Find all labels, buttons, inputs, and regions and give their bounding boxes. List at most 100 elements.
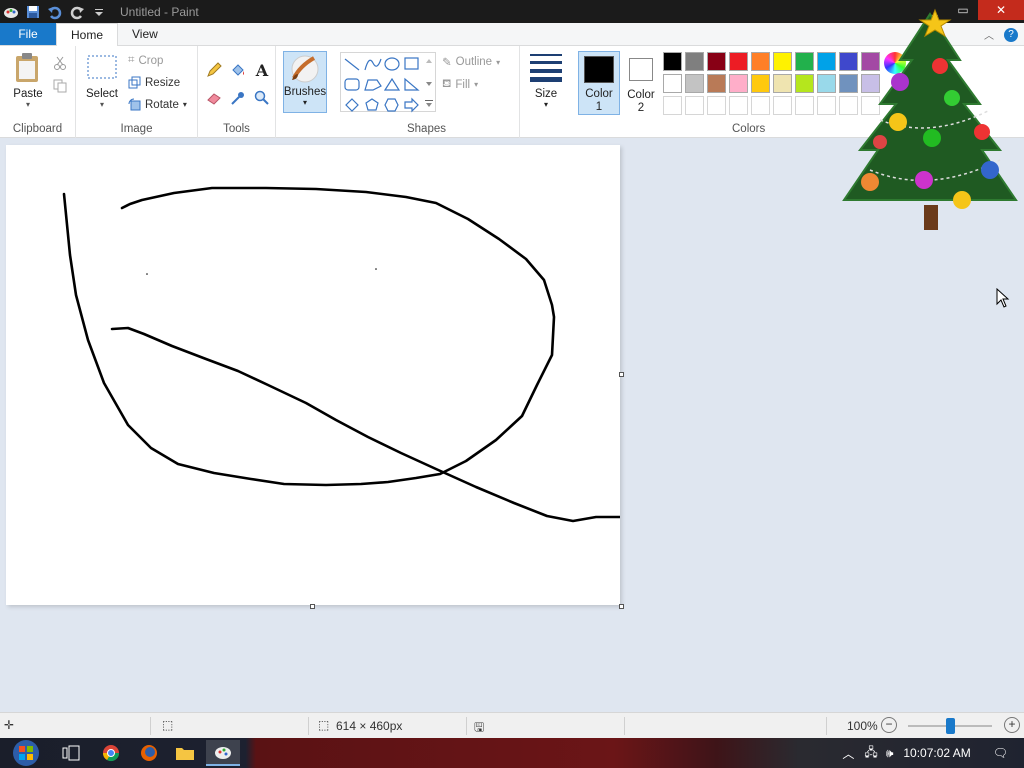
zoom-slider-thumb[interactable] bbox=[946, 718, 955, 734]
palette-swatch[interactable] bbox=[685, 74, 704, 93]
pencil-icon[interactable] bbox=[204, 60, 224, 80]
palette-swatch[interactable] bbox=[663, 52, 682, 71]
rotate-button[interactable]: Rotate ▾ bbox=[128, 98, 187, 111]
taskbar-clock[interactable]: 10:07:02 AM bbox=[903, 746, 970, 760]
crop-button[interactable]: ⌗ Crop bbox=[128, 54, 163, 67]
paste-button[interactable]: Paste ▾ bbox=[8, 52, 48, 109]
color1-button[interactable]: Color 1 bbox=[578, 51, 620, 115]
select-button[interactable]: Select ▾ bbox=[84, 54, 120, 109]
task-view-button[interactable] bbox=[56, 740, 86, 766]
undo-icon[interactable] bbox=[46, 3, 64, 21]
taskbar-firefox[interactable] bbox=[134, 740, 164, 766]
network-icon[interactable]: 🖧 bbox=[864, 743, 877, 764]
text-tool-icon[interactable]: A bbox=[252, 60, 272, 80]
right-triangle-shape-icon bbox=[404, 77, 420, 91]
palette-swatch[interactable] bbox=[751, 52, 770, 71]
resize-handle-right[interactable] bbox=[619, 372, 624, 377]
palette-swatch[interactable] bbox=[795, 74, 814, 93]
start-button[interactable] bbox=[8, 740, 44, 766]
palette-swatch[interactable] bbox=[685, 96, 704, 115]
taskbar-file-explorer[interactable] bbox=[170, 740, 200, 766]
drawing-canvas[interactable] bbox=[6, 145, 622, 605]
folder-icon bbox=[176, 748, 194, 760]
palette-swatch[interactable] bbox=[773, 52, 792, 71]
paint-icon bbox=[215, 747, 231, 759]
tab-view[interactable]: View bbox=[118, 23, 172, 45]
selection-rectangle-icon bbox=[87, 55, 117, 79]
zoom-in-button[interactable]: + bbox=[1004, 717, 1020, 733]
drawn-dot bbox=[146, 273, 148, 275]
brushes-label: Brushes bbox=[283, 86, 327, 98]
volume-icon[interactable]: 🕪 bbox=[886, 746, 894, 761]
palette-swatch[interactable] bbox=[773, 96, 792, 115]
redo-icon[interactable] bbox=[68, 3, 86, 21]
palette-swatch[interactable] bbox=[663, 96, 682, 115]
chevron-down-icon: ▾ bbox=[99, 100, 104, 109]
rectangle-shape-icon bbox=[404, 57, 419, 70]
palette-swatch[interactable] bbox=[729, 96, 748, 115]
palette-swatch[interactable] bbox=[729, 52, 748, 71]
palette-swatch[interactable] bbox=[817, 74, 836, 93]
size-button[interactable]: Size ▾ bbox=[526, 52, 566, 109]
scroll-up-icon bbox=[426, 59, 432, 63]
palette-swatch[interactable] bbox=[707, 96, 726, 115]
palette-swatch[interactable] bbox=[729, 74, 748, 93]
zoom-out-button[interactable]: − bbox=[881, 717, 897, 733]
cut-icon[interactable] bbox=[50, 53, 70, 73]
image-group: Select ▾ ⌗ Crop Resize Rotate ▾ Image bbox=[76, 46, 198, 138]
palette-swatch[interactable] bbox=[795, 52, 814, 71]
cursor-position-icon: ✛ bbox=[4, 718, 15, 732]
palette-swatch[interactable] bbox=[685, 52, 704, 71]
windows-logo-icon bbox=[13, 740, 39, 766]
arrow-shape-icon bbox=[404, 97, 419, 113]
palette-swatch[interactable] bbox=[663, 74, 682, 93]
outline-label: Outline bbox=[455, 56, 493, 68]
customize-toolbar-icon[interactable] bbox=[90, 3, 108, 21]
magnifier-icon[interactable] bbox=[252, 88, 272, 108]
save-icon[interactable] bbox=[24, 3, 42, 21]
triangle-shape-icon bbox=[383, 77, 401, 91]
show-hidden-icons-icon[interactable]: ︿ bbox=[842, 745, 854, 762]
copy-icon[interactable] bbox=[50, 76, 70, 96]
fill-icon: ⛾ bbox=[442, 78, 452, 90]
color2-label-line2: 2 bbox=[637, 102, 645, 114]
palette-swatch[interactable] bbox=[773, 74, 792, 93]
canvas-size-icon: ⬚ bbox=[318, 718, 330, 732]
shapes-gallery[interactable] bbox=[340, 52, 436, 113]
status-bar: ✛ ⬚ ⬚ 614 × 460px 🖫 100% − + bbox=[0, 712, 1024, 738]
palette-swatch[interactable] bbox=[751, 96, 770, 115]
resize-button[interactable]: Resize bbox=[128, 76, 180, 89]
taskbar-chrome[interactable] bbox=[96, 740, 126, 766]
outline-button[interactable]: ✎ Outline ▾ bbox=[442, 55, 500, 69]
resize-handle-corner[interactable] bbox=[619, 604, 624, 609]
eraser-icon[interactable] bbox=[204, 88, 224, 108]
tab-file[interactable]: File bbox=[0, 23, 56, 45]
fill-button[interactable]: ⛾ Fill ▾ bbox=[442, 77, 478, 92]
crop-icon: ⌗ bbox=[128, 54, 135, 66]
palette-swatch[interactable] bbox=[817, 96, 836, 115]
palette-swatch[interactable] bbox=[795, 96, 814, 115]
fill-bucket-icon[interactable] bbox=[228, 60, 248, 80]
palette-swatch[interactable] bbox=[707, 52, 726, 71]
clipboard-group: Paste ▾ Clipboard bbox=[0, 46, 76, 138]
color2-swatch bbox=[629, 58, 653, 81]
resize-handle-bottom[interactable] bbox=[310, 604, 315, 609]
taskbar-paint[interactable] bbox=[206, 740, 240, 766]
quick-access-toolbar bbox=[0, 0, 108, 23]
palette-swatch[interactable] bbox=[817, 52, 836, 71]
clipboard-icon bbox=[16, 53, 38, 82]
paste-label: Paste bbox=[13, 88, 43, 100]
color-picker-icon[interactable] bbox=[228, 88, 248, 108]
selection-size-icon: ⬚ bbox=[162, 718, 174, 732]
palette-swatch[interactable] bbox=[707, 74, 726, 93]
action-center-icon[interactable]: 🗨 bbox=[993, 746, 1008, 760]
drawn-stroke-loop bbox=[62, 186, 556, 487]
color2-button[interactable]: Color 2 bbox=[622, 51, 660, 115]
resize-icon bbox=[128, 76, 141, 89]
paint-app-icon[interactable] bbox=[2, 3, 20, 21]
palette-swatch[interactable] bbox=[751, 74, 770, 93]
brushes-button[interactable]: Brushes ▾ bbox=[283, 51, 327, 113]
line-size-icon bbox=[530, 54, 562, 82]
pentagon-shape-icon bbox=[365, 98, 379, 111]
tab-home[interactable]: Home bbox=[56, 23, 119, 46]
